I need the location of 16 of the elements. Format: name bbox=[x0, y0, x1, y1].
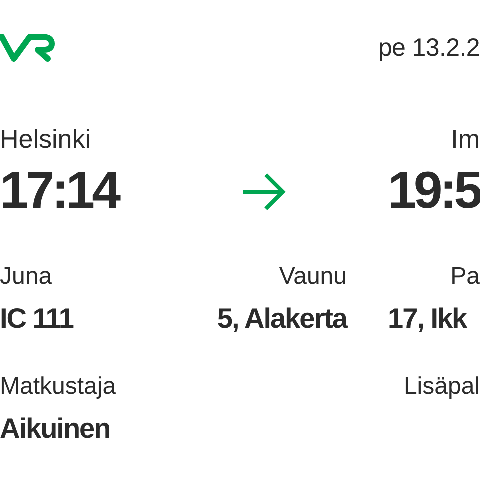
destination-station: Im bbox=[450, 124, 480, 155]
arrow-icon bbox=[241, 172, 287, 212]
detail-value: 5, Alakerta bbox=[217, 303, 347, 335]
travel-date: pe 13.2.2 bbox=[378, 34, 480, 62]
detail-label: Pa bbox=[450, 263, 480, 291]
detail-label: Lisäpal bbox=[404, 373, 480, 401]
arrival-time: 19:5 bbox=[388, 165, 480, 217]
detail-label: Vaunu bbox=[279, 263, 347, 291]
detail-value: Aikuinen bbox=[0, 413, 110, 445]
detail-value: IC 111 bbox=[0, 303, 74, 335]
departure-time: 17:14 bbox=[0, 165, 118, 217]
origin-station: Helsinki bbox=[0, 124, 92, 155]
logo-icon bbox=[0, 34, 58, 62]
detail-label: Juna bbox=[0, 263, 52, 291]
detail-label: Matkustaja bbox=[0, 373, 116, 401]
detail-value: 17, Ikk bbox=[388, 303, 468, 335]
